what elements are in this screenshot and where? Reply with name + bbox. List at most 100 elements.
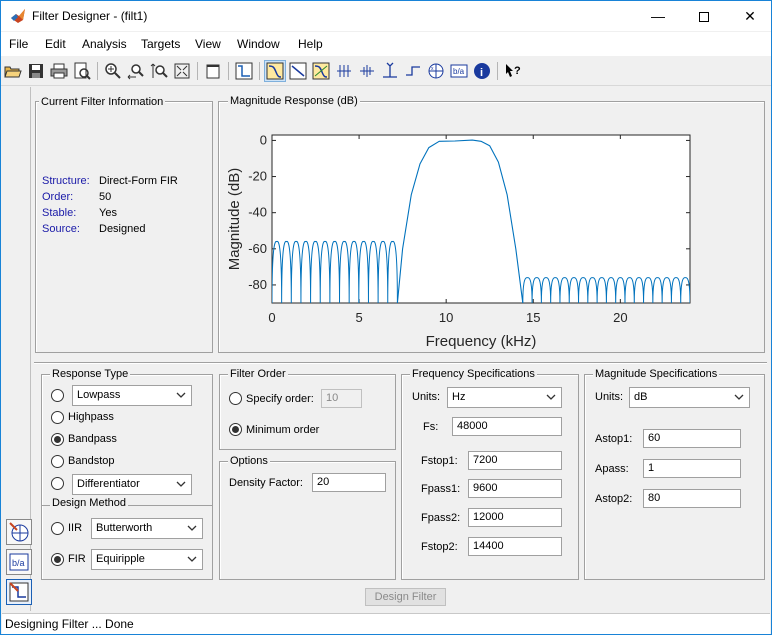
phase-delay-icon — [360, 65, 374, 77]
group-delay-button[interactable] — [333, 60, 355, 82]
save-icon — [29, 64, 43, 78]
design-filter-mode-button[interactable] — [6, 579, 32, 605]
step-response-button[interactable] — [402, 60, 424, 82]
highpass-label: Highpass — [68, 411, 114, 423]
y-tick-label: -40 — [248, 205, 267, 220]
toolbar-separator — [497, 62, 498, 80]
order-label: Order: — [42, 191, 74, 203]
filter-info-button[interactable]: i — [471, 60, 493, 82]
astop1-input[interactable]: 60 — [643, 429, 741, 448]
y-tick-label: -60 — [248, 241, 267, 256]
response-type-title: Response Type — [50, 368, 131, 380]
phase-delay-button[interactable] — [356, 60, 378, 82]
x-tick-label: 10 — [439, 310, 453, 325]
fir-method-value: Equiripple — [96, 553, 145, 565]
iir-radio[interactable] — [51, 522, 64, 535]
x-tick-label: 20 — [613, 310, 627, 325]
pole-zero-button[interactable]: x — [425, 60, 447, 82]
menu-help[interactable]: Help — [298, 37, 323, 51]
plot-area — [271, 134, 691, 304]
order-value: 50 — [99, 191, 112, 203]
highpass-radio[interactable] — [51, 411, 64, 424]
svg-text:b/a: b/a — [12, 558, 25, 568]
impulse-response-button[interactable] — [379, 60, 401, 82]
magnitude-response-chart[interactable]: 0 5 10 15 20 0 -20 -40 -60 -80 Frequency (kHz) Magn… — [221, 121, 761, 349]
menu-window[interactable]: Window — [237, 37, 280, 51]
structure-label: Structure: — [42, 175, 90, 187]
import-filter-button[interactable]: b/a — [6, 549, 32, 575]
magnitude-response-button[interactable] — [264, 60, 286, 82]
pole-zero-editor-button[interactable] — [6, 519, 32, 545]
menu-view[interactable]: View — [195, 37, 221, 51]
x-tick-label: 5 — [355, 310, 362, 325]
status-bar: Designing Filter ... Done — [2, 613, 770, 634]
magnitude-phase-button[interactable] — [310, 60, 332, 82]
minimum-order-radio[interactable] — [229, 423, 242, 436]
zoom-y-button[interactable] — [148, 60, 170, 82]
fpass1-input[interactable]: 9600 — [468, 479, 562, 498]
magnitude-phase-icon — [312, 62, 330, 80]
design-filter-button[interactable]: Design Filter — [365, 588, 446, 606]
freq-units-select[interactable]: Hz — [447, 387, 562, 408]
differentiator-radio[interactable] — [51, 477, 64, 490]
fstop2-input[interactable]: 14400 — [468, 537, 562, 556]
phase-response-button[interactable] — [287, 60, 309, 82]
chevron-down-icon — [176, 392, 186, 398]
filter-order-panel — [219, 374, 396, 450]
bandstop-radio[interactable] — [51, 455, 64, 468]
fstop1-input[interactable]: 7200 — [468, 451, 562, 470]
whats-this-icon: ? — [506, 64, 521, 77]
new-figure-button[interactable] — [202, 60, 224, 82]
zoom-in-button[interactable] — [102, 60, 124, 82]
save-button[interactable] — [25, 60, 47, 82]
menu-analysis[interactable]: Analysis — [82, 37, 127, 51]
filter-coefficients-button[interactable]: b/a — [448, 60, 470, 82]
chevron-down-icon — [187, 556, 197, 562]
specify-order-label: Specify order: — [246, 393, 314, 405]
window-title: Filter Designer - (filt1) — [32, 9, 148, 23]
astop2-input[interactable]: 80 — [643, 489, 741, 508]
menu-edit[interactable]: Edit — [45, 37, 66, 51]
apass-input[interactable]: 1 — [643, 459, 741, 478]
fir-method-select[interactable]: Equiripple — [91, 549, 203, 570]
specify-order-radio[interactable] — [229, 392, 242, 405]
specify-order-input[interactable]: 10 — [321, 389, 362, 408]
print-preview-button[interactable] — [71, 60, 93, 82]
full-view-icon — [174, 63, 190, 79]
menu-file[interactable]: File — [9, 37, 28, 51]
close-button[interactable]: ✕ — [727, 1, 772, 31]
fpass2-input[interactable]: 12000 — [468, 508, 562, 527]
filter-specs-button[interactable] — [233, 60, 255, 82]
iir-method-value: Butterworth — [96, 522, 153, 534]
magnitude-response-icon — [266, 62, 284, 80]
iir-method-select[interactable]: Butterworth — [91, 518, 203, 539]
menu-targets[interactable]: Targets — [141, 37, 180, 51]
close-icon: ✕ — [744, 8, 756, 24]
stable-label: Stable: — [42, 207, 77, 219]
chevron-down-icon — [546, 394, 556, 400]
minimum-order-label: Minimum order — [246, 424, 320, 436]
maximize-button[interactable] — [681, 1, 727, 31]
lowpass-radio[interactable] — [51, 389, 64, 402]
toolbar-separator — [97, 62, 98, 80]
minimize-button[interactable]: — — [635, 1, 681, 31]
zoom-x-button[interactable] — [125, 60, 147, 82]
mag-units-select[interactable]: dB — [629, 387, 750, 408]
full-view-button[interactable] — [171, 60, 193, 82]
lowpass-select[interactable]: Lowpass — [72, 385, 192, 406]
y-tick-label: -20 — [248, 169, 267, 184]
phase-response-icon — [289, 62, 307, 80]
fpass2-label: Fpass2: — [421, 512, 461, 524]
density-factor-input[interactable]: 20 — [312, 473, 386, 492]
lowpass-select-value: Lowpass — [77, 389, 121, 401]
print-button[interactable] — [48, 60, 70, 82]
open-button[interactable] — [2, 60, 24, 82]
whats-this-button[interactable]: ? — [502, 60, 524, 82]
svg-text:b/a: b/a — [453, 67, 465, 76]
bandpass-radio[interactable] — [51, 433, 64, 446]
differentiator-select[interactable]: Differentiator — [72, 474, 192, 495]
menu-bar: File Edit Analysis Targets View Window H… — [1, 32, 771, 56]
fs-input[interactable]: 48000 — [452, 417, 562, 436]
fir-radio[interactable] — [51, 553, 64, 566]
minimize-icon: — — [651, 8, 665, 24]
